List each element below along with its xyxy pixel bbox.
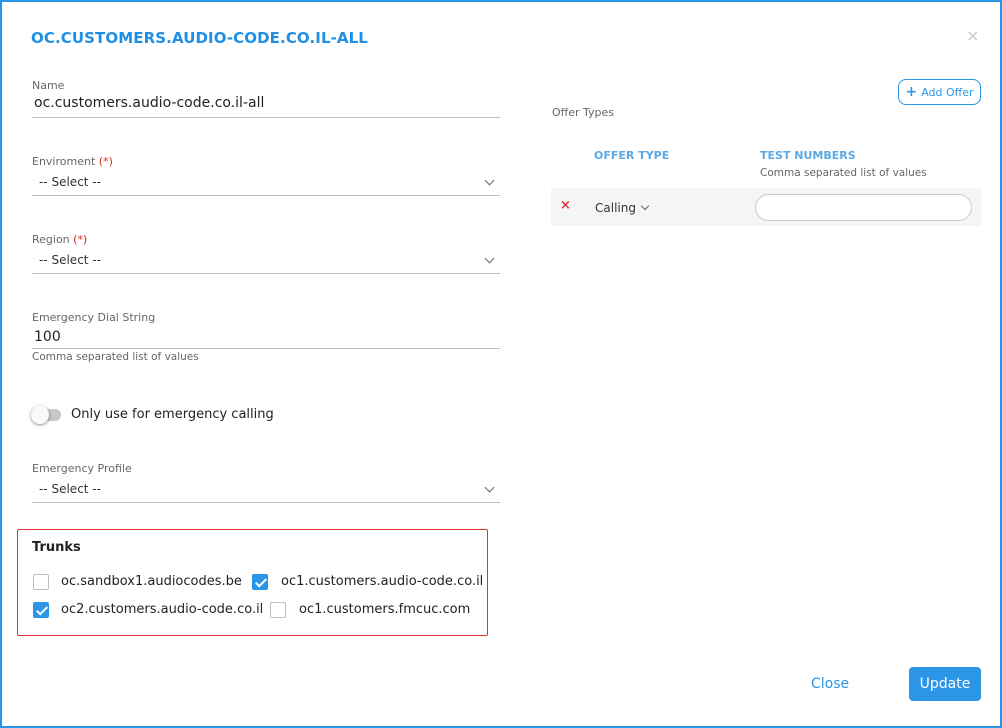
offer-type-select[interactable]: Calling (595, 201, 636, 215)
add-offer-label: Add Offer (921, 85, 974, 99)
dialog-title: OC.CUSTOMERS.AUDIO-CODE.CO.IL-ALL (31, 29, 368, 47)
emergency-only-label: Only use for emergency calling (71, 407, 274, 422)
region-label-text: Region (32, 233, 70, 246)
name-underline (32, 117, 500, 118)
region-label: Region (*) (32, 233, 87, 246)
emergency-profile-label: Emergency Profile (32, 462, 132, 475)
required-mark: (*) (73, 233, 88, 246)
environment-label-text: Enviroment (32, 155, 96, 168)
emergency-profile-underline (32, 502, 500, 503)
trunk-label: oc1.customers.audio-code.co.il (281, 574, 484, 589)
name-input[interactable]: oc.customers.audio-code.co.il-all (34, 95, 264, 111)
name-label: Name (32, 79, 65, 92)
trunk-checkbox-oc1-audio-code[interactable] (252, 574, 268, 590)
region-select[interactable]: -- Select -- (39, 253, 101, 267)
emergency-dial-underline (32, 348, 500, 349)
add-offer-button[interactable]: + Add Offer (898, 79, 981, 105)
environment-underline (32, 195, 500, 196)
close-button[interactable]: Close (811, 676, 849, 692)
chevron-down-icon[interactable] (484, 253, 495, 264)
required-mark: (*) (98, 155, 113, 168)
environment-select[interactable]: -- Select -- (39, 175, 101, 189)
region-underline (32, 273, 500, 274)
environment-label: Enviroment (*) (32, 155, 113, 168)
chevron-down-icon[interactable] (484, 175, 495, 186)
emergency-dial-input[interactable]: 100 (34, 329, 61, 345)
emergency-only-toggle-knob[interactable] (31, 406, 49, 424)
trunk-label: oc1.customers.fmcuc.com (299, 602, 471, 617)
plus-icon: + (905, 84, 918, 100)
close-icon[interactable]: × (966, 27, 979, 45)
trunk-label: oc2.customers.audio-code.co.il (61, 602, 264, 617)
update-button[interactable]: Update (909, 667, 981, 701)
edit-customer-dialog: OC.CUSTOMERS.AUDIO-CODE.CO.IL-ALL × Name… (0, 0, 1002, 728)
emergency-dial-hint: Comma separated list of values (32, 351, 199, 363)
test-numbers-input[interactable] (755, 194, 972, 221)
remove-offer-icon[interactable]: × (560, 198, 571, 213)
offer-type-column-header: OFFER TYPE (594, 149, 670, 162)
chevron-down-icon[interactable] (484, 482, 495, 493)
offer-types-label: Offer Types (552, 106, 615, 119)
trunk-checkbox-oc1-fmcuc[interactable] (270, 602, 286, 618)
test-numbers-column-header: TEST NUMBERS (760, 149, 856, 162)
emergency-profile-select[interactable]: -- Select -- (39, 482, 101, 496)
trunks-title: Trunks (32, 540, 81, 555)
emergency-dial-label: Emergency Dial String (32, 311, 156, 324)
trunk-label: oc.sandbox1.audiocodes.be (61, 574, 242, 589)
trunk-checkbox-oc2-audio-code[interactable] (33, 602, 49, 618)
trunk-checkbox-sandbox1[interactable] (33, 574, 49, 590)
test-numbers-hint: Comma separated list of values (760, 167, 927, 179)
